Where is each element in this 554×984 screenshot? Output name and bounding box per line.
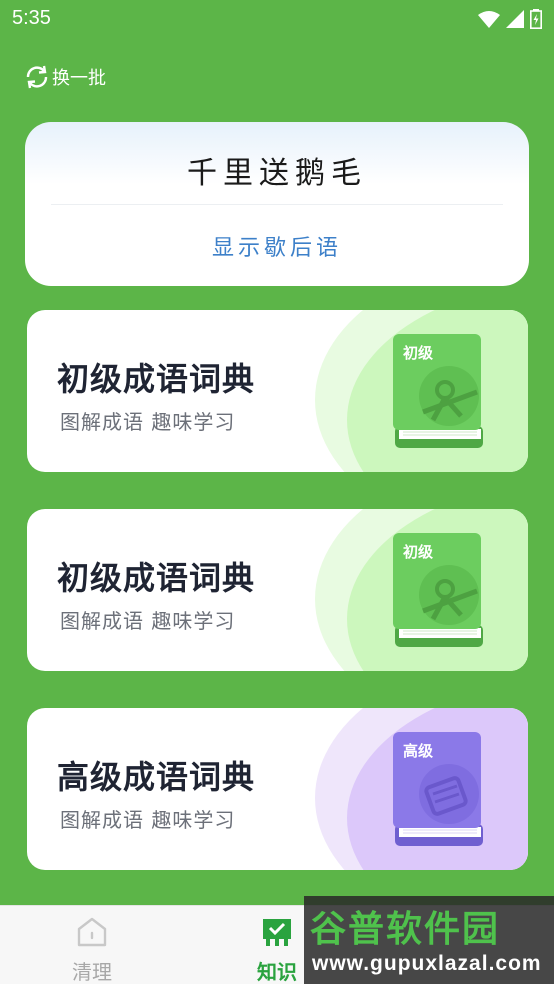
dictionary-card-basic-2[interactable]: 初级成语词典 图解成语 趣味学习 初级 [27,509,528,671]
nav-item-clean[interactable]: 清理 [52,916,132,984]
signal-icon [506,10,524,28]
card-subtitle: 图解成语 趣味学习 [60,410,236,434]
book-icon: 高级 [393,732,483,846]
refresh-icon [26,65,48,89]
watermark-title: 谷普软件园 [310,909,501,950]
book-icon: 初级 [393,334,483,448]
show-answer-button[interactable]: 显示歇后语 [25,230,529,262]
card-title: 初级成语词典 [57,360,256,398]
wifi-icon [478,11,500,28]
card-title: 高级成语词典 [57,758,256,796]
book-badge: 初级 [403,344,434,362]
status-icons [478,9,542,29]
card-subtitle: 图解成语 趣味学习 [60,808,236,832]
card-subtitle: 图解成语 趣味学习 [60,609,236,633]
refresh-button[interactable]: 换一批 [24,64,106,90]
nav-label-clean: 清理 [72,960,112,984]
home-icon [77,917,107,947]
knowledge-icon [263,919,291,946]
riddle-card: 千里送鹅毛 显示歇后语 [25,122,529,286]
status-time: 5:35 [12,7,51,29]
dictionary-card-basic[interactable]: 初级成语词典 图解成语 趣味学习 初级 [27,310,528,472]
book-badge: 高级 [403,742,434,760]
status-bar: 5:35 [0,0,554,40]
riddle-text: 千里送鹅毛 [187,156,367,191]
refresh-label: 换一批 [52,68,106,89]
divider [51,204,503,205]
book-icon: 初级 [393,533,483,647]
battery-icon [530,9,542,29]
card-title: 初级成语词典 [57,559,256,597]
watermark: 谷普软件园 www.gupuxlazal.com [304,896,554,984]
watermark-url: www.gupuxlazal.com [312,952,542,975]
dictionary-card-advanced[interactable]: 高级成语词典 图解成语 趣味学习 高级 [27,708,528,870]
book-badge: 初级 [403,543,434,561]
